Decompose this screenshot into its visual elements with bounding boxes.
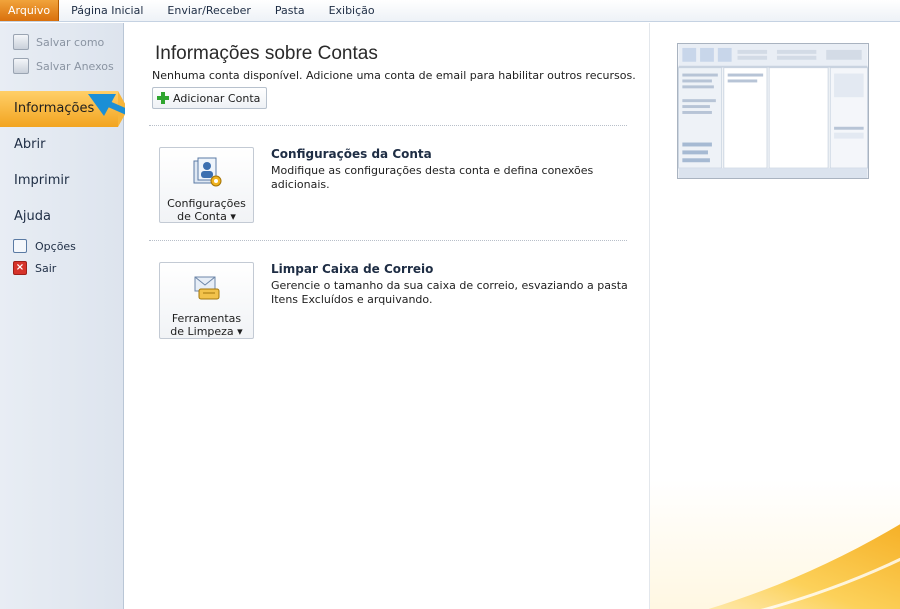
plus-icon [157,92,169,104]
cleanup-tools-line1: Ferramentas [171,312,242,325]
options-icon [13,239,27,253]
cleanup-tools-line2: de Limpeza ▾ [170,325,243,338]
page-subtitle: Nenhuma conta disponível. Adicione uma c… [152,69,636,82]
tab-pagina-inicial[interactable]: Página Inicial [59,0,155,21]
add-account-label: Adicionar Conta [173,91,261,105]
nav-exit[interactable]: × Sair [0,257,123,279]
nav-options[interactable]: Opções [0,235,123,257]
tab-arquivo[interactable]: Arquivo [0,0,60,21]
tab-pasta[interactable]: Pasta [263,0,317,21]
section-divider [149,125,627,126]
save-as-icon [13,34,29,50]
section-divider [149,240,627,241]
account-settings-title: Configurações da Conta [271,147,432,161]
cleanup-tools-button[interactable]: Ferramentas de Limpeza ▾ [159,262,254,339]
options-label: Opções [35,239,76,253]
decorative-swoosh [708,524,900,609]
page-title: Informações sobre Contas [155,43,378,64]
account-settings-line2: de Conta ▾ [177,210,236,223]
account-settings-line1: Configurações [167,197,246,210]
save-attachments-item[interactable]: Salvar Anexos [0,55,123,77]
account-settings-icon [193,157,221,187]
add-account-button[interactable]: Adicionar Conta [152,87,268,109]
ribbon-tab-bar: Arquivo Página Inicial Enviar/Receber Pa… [0,0,900,22]
account-settings-button[interactable]: Configurações de Conta ▾ [159,147,254,223]
save-attachments-icon [13,58,29,74]
exit-icon: × [13,261,27,275]
tab-enviar-receber[interactable]: Enviar/Receber [155,0,262,21]
save-attachments-label: Salvar Anexos [36,59,114,73]
cleanup-tools-icon [194,276,219,300]
nav-print[interactable]: Imprimir [0,163,123,199]
cleanup-title: Limpar Caixa de Correio [271,262,434,276]
nav-help[interactable]: Ajuda [0,199,123,235]
save-as-item[interactable]: Salvar como [0,31,123,53]
exit-label: Sair [35,261,57,275]
outlook-preview-thumbnail [677,43,869,179]
account-info-panel: Informações sobre Contas Nenhuma conta d… [125,23,649,609]
save-as-label: Salvar como [36,35,105,49]
cleanup-desc: Gerencie o tamanho da sua caixa de corre… [271,279,628,306]
account-settings-desc: Modifique as configurações desta conta e… [271,164,594,191]
preview-pane [649,23,900,609]
tab-exibicao[interactable]: Exibição [317,0,387,21]
